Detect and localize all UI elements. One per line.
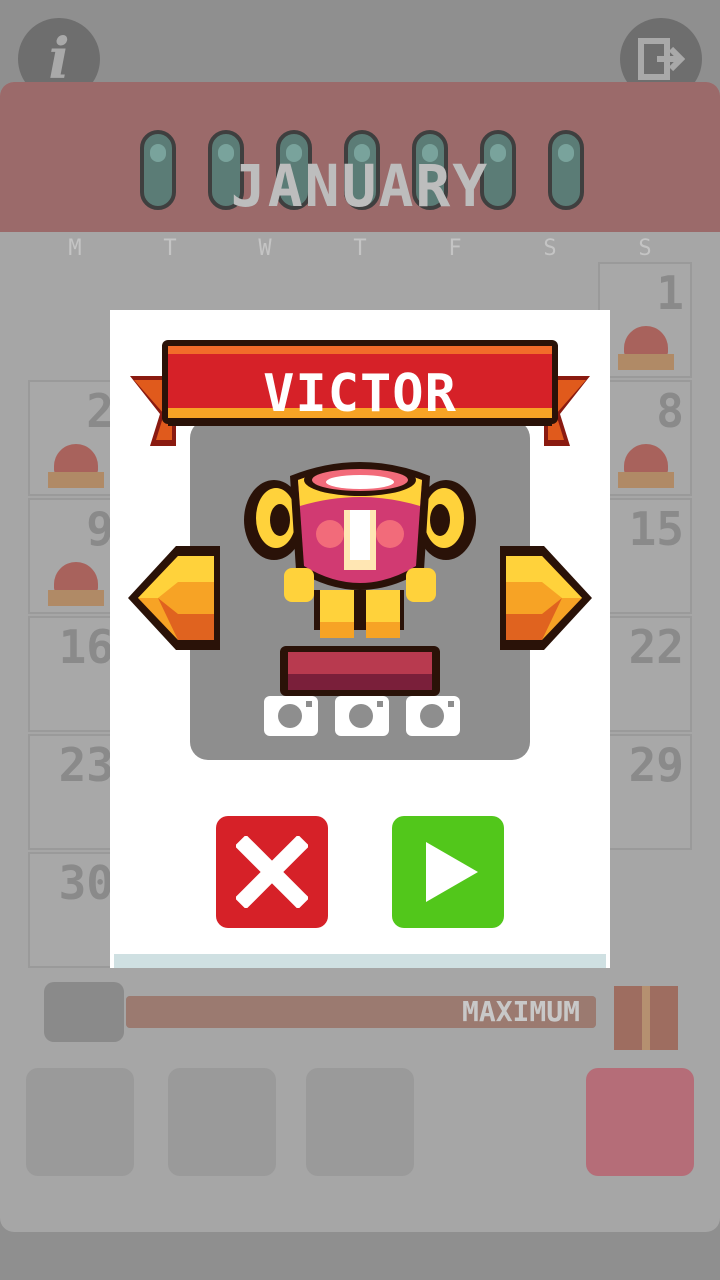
smiley-button[interactable] <box>586 1068 694 1176</box>
modal-footer-strip <box>114 954 606 968</box>
weekday-label: F <box>448 236 462 261</box>
arrow-right-icon <box>500 546 592 650</box>
trophy-modal: VICTOR <box>110 310 610 968</box>
weekday-row: M T W T F S S <box>28 236 692 261</box>
play-icon <box>426 842 478 902</box>
day-cell[interactable]: 30 <box>28 852 122 968</box>
weekday-label: T <box>163 236 177 261</box>
gift-icon[interactable] <box>614 986 678 1050</box>
day-number: 16 <box>58 620 114 674</box>
cake-icon <box>48 562 104 606</box>
day-cell[interactable]: 29 <box>598 734 692 850</box>
character-button[interactable] <box>306 1068 414 1176</box>
weekday-label: S <box>638 236 652 261</box>
trophy-icon <box>44 982 124 1042</box>
camera-icon <box>335 696 389 736</box>
day-number: 29 <box>628 738 684 792</box>
weekday-label: W <box>258 236 272 261</box>
close-icon <box>236 836 308 908</box>
day-cell[interactable]: 9 <box>28 498 122 614</box>
gamepad-button[interactable] <box>168 1068 276 1176</box>
camera-slots <box>264 696 460 740</box>
camera-icon <box>406 696 460 736</box>
close-button[interactable] <box>216 816 328 928</box>
month-title: JANUARY <box>230 152 490 220</box>
title-banner: VICTOR <box>130 336 590 464</box>
cake-icon <box>618 444 674 488</box>
weekday-label: T <box>353 236 367 261</box>
profile-button[interactable] <box>26 1068 134 1176</box>
day-cell[interactable]: 23 <box>28 734 122 850</box>
day-number: 30 <box>58 856 114 910</box>
day-cell[interactable]: 16 <box>28 616 122 732</box>
progress-label: MAXIMUM <box>461 995 580 1028</box>
previous-button[interactable] <box>124 542 224 654</box>
weekday-label: S <box>543 236 557 261</box>
day-cell[interactable]: 1 <box>598 262 692 378</box>
exit-icon <box>638 38 685 80</box>
trophy-character-icon <box>244 462 476 696</box>
cake-icon <box>48 444 104 488</box>
day-cell[interactable]: 2 <box>28 380 122 496</box>
day-number: 8 <box>656 384 684 438</box>
cake-icon <box>618 326 674 370</box>
trophy-character <box>240 450 480 700</box>
next-button[interactable] <box>496 542 596 654</box>
day-cell[interactable]: 15 <box>598 498 692 614</box>
day-number: 23 <box>58 738 114 792</box>
day-cell[interactable]: 22 <box>598 616 692 732</box>
weekday-label: M <box>68 236 82 261</box>
play-button[interactable] <box>392 816 504 928</box>
camera-icon <box>264 696 318 736</box>
progress-bar: MAXIMUM <box>126 996 596 1028</box>
day-number: 22 <box>628 620 684 674</box>
day-number: 15 <box>628 502 684 556</box>
day-cell[interactable]: 8 <box>598 380 692 496</box>
progress-area: MAXIMUM <box>44 982 604 1042</box>
arrow-left-icon <box>128 546 220 650</box>
character-name: VICTOR <box>263 364 457 424</box>
day-number: 1 <box>656 266 684 320</box>
